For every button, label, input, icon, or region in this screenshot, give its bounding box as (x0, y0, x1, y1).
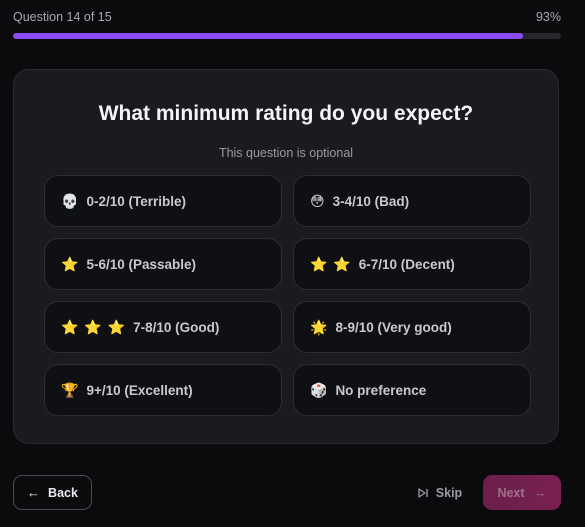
glowing-star-icon: 🌟 (310, 318, 329, 335)
options-grid: 💀 0-2/10 (Terrible) 😳 3-4/10 (Bad) ⭐ 5-6… (44, 175, 531, 416)
question-counter: Question 14 of 15 (13, 10, 112, 24)
skip-label: Skip (435, 485, 463, 500)
option-label: 9+/10 (Excellent) (86, 382, 193, 398)
arrow-left-icon: ← (27, 485, 41, 500)
option-label: 6-7/10 (Decent) (358, 256, 455, 272)
option-label: 0-2/10 (Terrible) (86, 193, 186, 209)
skip-button[interactable]: Skip (412, 475, 468, 510)
skull-icon: 💀 (61, 192, 80, 209)
option-decent[interactable]: ⭐ ⭐ 6-7/10 (Decent) (293, 238, 531, 290)
star-icon: ⭐ (61, 255, 80, 272)
progress-bar (13, 33, 561, 39)
arrow-right-icon: → (533, 485, 547, 500)
progress-bar-fill (13, 33, 523, 39)
option-no-preference[interactable]: 🎲 No preference (293, 364, 531, 416)
progress-header: Question 14 of 15 93% (13, 10, 561, 24)
three-stars-icon: ⭐ ⭐ ⭐ (61, 318, 127, 335)
flushed-face-icon: 😳 (310, 192, 326, 209)
question-card: What minimum rating do you expect? This … (13, 69, 559, 444)
option-very-good[interactable]: 🌟 8-9/10 (Very good) (293, 301, 531, 353)
option-label: No preference (335, 382, 427, 398)
option-label: 8-9/10 (Very good) (335, 319, 452, 335)
option-good[interactable]: ⭐ ⭐ ⭐ 7-8/10 (Good) (44, 301, 282, 353)
option-terrible[interactable]: 💀 0-2/10 (Terrible) (44, 175, 282, 227)
next-button[interactable]: Next → (483, 475, 561, 510)
progress-percent: 93% (535, 10, 561, 24)
option-label: 7-8/10 (Good) (133, 319, 220, 335)
option-excellent[interactable]: 🏆 9+/10 (Excellent) (44, 364, 282, 416)
back-button[interactable]: ← Back (13, 475, 92, 510)
question-subtitle: This question is optional (218, 146, 354, 160)
option-label: 3-4/10 (Bad) (332, 193, 410, 209)
back-label: Back (48, 485, 78, 500)
question-title: What minimum rating do you expect? (98, 102, 474, 125)
option-bad[interactable]: 😳 3-4/10 (Bad) (293, 175, 531, 227)
skip-forward-icon (418, 487, 428, 498)
option-passable[interactable]: ⭐ 5-6/10 (Passable) (44, 238, 282, 290)
dice-icon: 🎲 (310, 381, 329, 398)
option-label: 5-6/10 (Passable) (86, 256, 196, 272)
two-stars-icon: ⭐ ⭐ (310, 255, 352, 272)
next-label: Next (497, 485, 525, 500)
trophy-icon: 🏆 (61, 381, 80, 398)
